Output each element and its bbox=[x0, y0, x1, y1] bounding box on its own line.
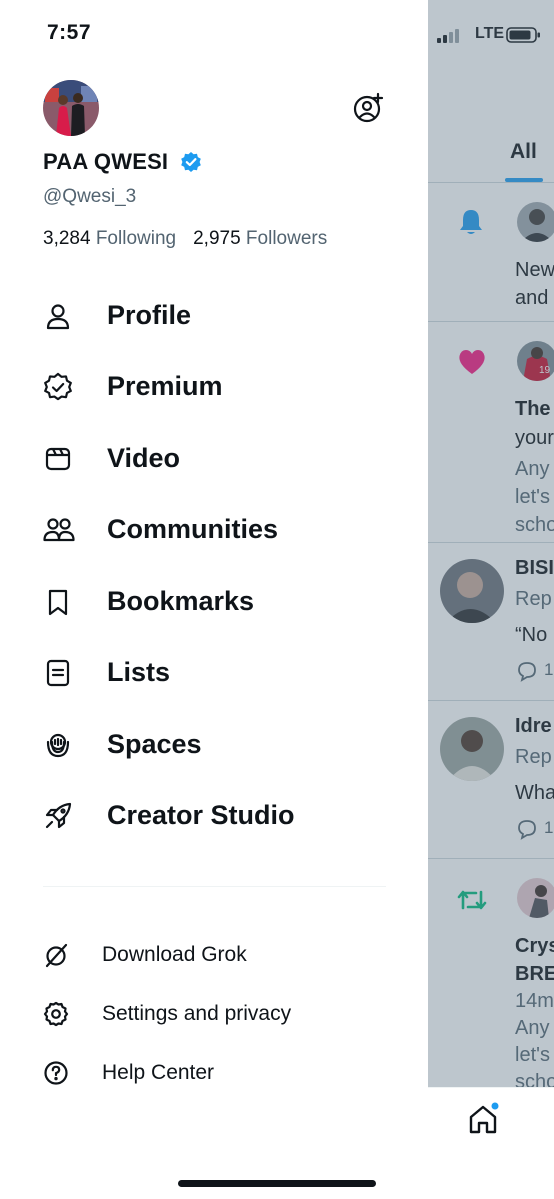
following-link[interactable]: 3,284 Following bbox=[43, 228, 176, 249]
followers-count: 2,975 bbox=[193, 228, 241, 249]
notification-text: Any bbox=[515, 1017, 550, 1039]
rocket-icon bbox=[43, 801, 73, 831]
menu-item-creator-studio[interactable]: Creator Studio bbox=[0, 788, 428, 844]
menu-label-download-grok: Download Grok bbox=[102, 943, 247, 966]
reply-text: Wha bbox=[515, 782, 554, 804]
reply-icon[interactable] bbox=[516, 818, 538, 840]
menu-item-premium[interactable]: Premium bbox=[0, 359, 428, 415]
video-icon bbox=[43, 444, 73, 474]
cellular-signal-icon bbox=[437, 29, 459, 43]
spaces-icon bbox=[43, 730, 73, 760]
reply-icon[interactable] bbox=[516, 660, 538, 682]
network-type: LTE bbox=[475, 25, 505, 42]
menu-label-premium: Premium bbox=[107, 371, 223, 401]
menu-label-help-center: Help Center bbox=[102, 1061, 215, 1084]
menu-label-profile: Profile bbox=[107, 300, 192, 330]
notification-text: Crys bbox=[515, 935, 554, 957]
menu-item-lists[interactable]: Lists bbox=[0, 645, 428, 701]
avatar[interactable] bbox=[440, 559, 504, 623]
svg-text:19: 19 bbox=[539, 365, 551, 376]
following-label: Following bbox=[95, 228, 177, 249]
avatar[interactable] bbox=[517, 202, 554, 242]
notification-text: The bbox=[515, 398, 551, 420]
heart-icon bbox=[459, 350, 485, 374]
menu-item-settings[interactable]: Settings and privacy bbox=[0, 992, 428, 1036]
notification-text: Any bbox=[515, 458, 550, 480]
reply-author: Idre bbox=[515, 715, 552, 737]
feed-divider bbox=[428, 321, 554, 322]
followers-label: Followers bbox=[245, 228, 328, 249]
menu-label-bookmarks: Bookmarks bbox=[107, 586, 255, 616]
battery-icon bbox=[506, 27, 540, 43]
tab-all[interactable]: All bbox=[510, 140, 537, 164]
help-icon bbox=[43, 1060, 69, 1086]
notifications-feed[interactable]: LTE All New and 19 The your Any let's sc… bbox=[428, 0, 554, 1199]
menu-item-profile[interactable]: Profile bbox=[0, 288, 428, 344]
side-drawer: 7:57 PAA QWESI @Qwesi_3 3,284 Following bbox=[0, 0, 428, 1199]
menu-item-bookmarks[interactable]: Bookmarks bbox=[0, 574, 428, 630]
retweet-icon bbox=[457, 890, 487, 910]
notification-text: let's bbox=[515, 1044, 550, 1066]
feed-divider bbox=[428, 858, 554, 859]
reply-author: BISI bbox=[515, 557, 554, 579]
menu-item-download-grok[interactable]: Download Grok bbox=[0, 933, 428, 977]
menu-item-communities[interactable]: Communities bbox=[0, 502, 428, 558]
feed-divider bbox=[428, 542, 554, 543]
bookmark-icon bbox=[43, 587, 73, 617]
avatar[interactable]: 19 bbox=[517, 341, 554, 381]
tab-bar-divider bbox=[428, 182, 554, 183]
gear-icon bbox=[43, 1001, 69, 1027]
verified-badge-icon bbox=[180, 151, 202, 173]
menu-divider bbox=[43, 886, 386, 887]
bell-icon bbox=[460, 210, 482, 234]
reply-text: “No bbox=[515, 624, 548, 646]
menu-label-video: Video bbox=[107, 443, 181, 473]
avatar[interactable] bbox=[440, 717, 504, 781]
home-icon[interactable] bbox=[467, 1102, 501, 1136]
profile-handle: @Qwesi_3 bbox=[43, 186, 137, 207]
following-count: 3,284 bbox=[43, 228, 91, 249]
reply-context: Rep bbox=[515, 746, 552, 768]
grok-icon bbox=[43, 942, 69, 968]
notification-text: scho bbox=[515, 514, 554, 536]
add-account-icon[interactable] bbox=[352, 92, 384, 124]
notification-text: your bbox=[515, 427, 554, 449]
reply-count: 1 bbox=[544, 818, 554, 837]
menu-item-help-center[interactable]: Help Center bbox=[0, 1051, 428, 1095]
reply-count: 1 bbox=[544, 660, 554, 679]
follow-stats: 3,284 Following 2,975 Followers bbox=[43, 228, 327, 250]
menu-item-spaces[interactable]: Spaces bbox=[0, 717, 428, 773]
notification-text: and bbox=[515, 287, 549, 309]
person-icon bbox=[43, 301, 73, 331]
avatar[interactable] bbox=[43, 80, 99, 136]
notification-text: New bbox=[515, 259, 554, 281]
menu-label-lists: Lists bbox=[107, 657, 171, 687]
menu-item-video[interactable]: Video bbox=[0, 431, 428, 487]
menu-label-communities: Communities bbox=[107, 514, 279, 544]
notification-text: BRE bbox=[515, 963, 554, 985]
followers-link[interactable]: 2,975 Followers bbox=[193, 228, 327, 249]
notification-text: let's bbox=[515, 486, 550, 508]
lists-icon bbox=[43, 658, 73, 688]
profile-name[interactable]: PAA QWESI bbox=[43, 149, 168, 175]
bottom-nav bbox=[428, 1087, 554, 1199]
home-indicator bbox=[178, 1180, 376, 1187]
communities-icon bbox=[43, 515, 75, 545]
menu-label-spaces: Spaces bbox=[107, 729, 202, 759]
feed-divider bbox=[428, 700, 554, 701]
status-indicators: LTE bbox=[436, 24, 554, 44]
reply-context: Rep bbox=[515, 588, 552, 610]
menu-label-settings: Settings and privacy bbox=[102, 1002, 292, 1025]
verified-badge-icon bbox=[43, 372, 73, 402]
avatar[interactable] bbox=[517, 878, 554, 918]
menu-label-creator-studio: Creator Studio bbox=[107, 800, 295, 830]
status-time: 7:57 bbox=[47, 21, 92, 44]
notification-text: 14m bbox=[515, 990, 554, 1012]
